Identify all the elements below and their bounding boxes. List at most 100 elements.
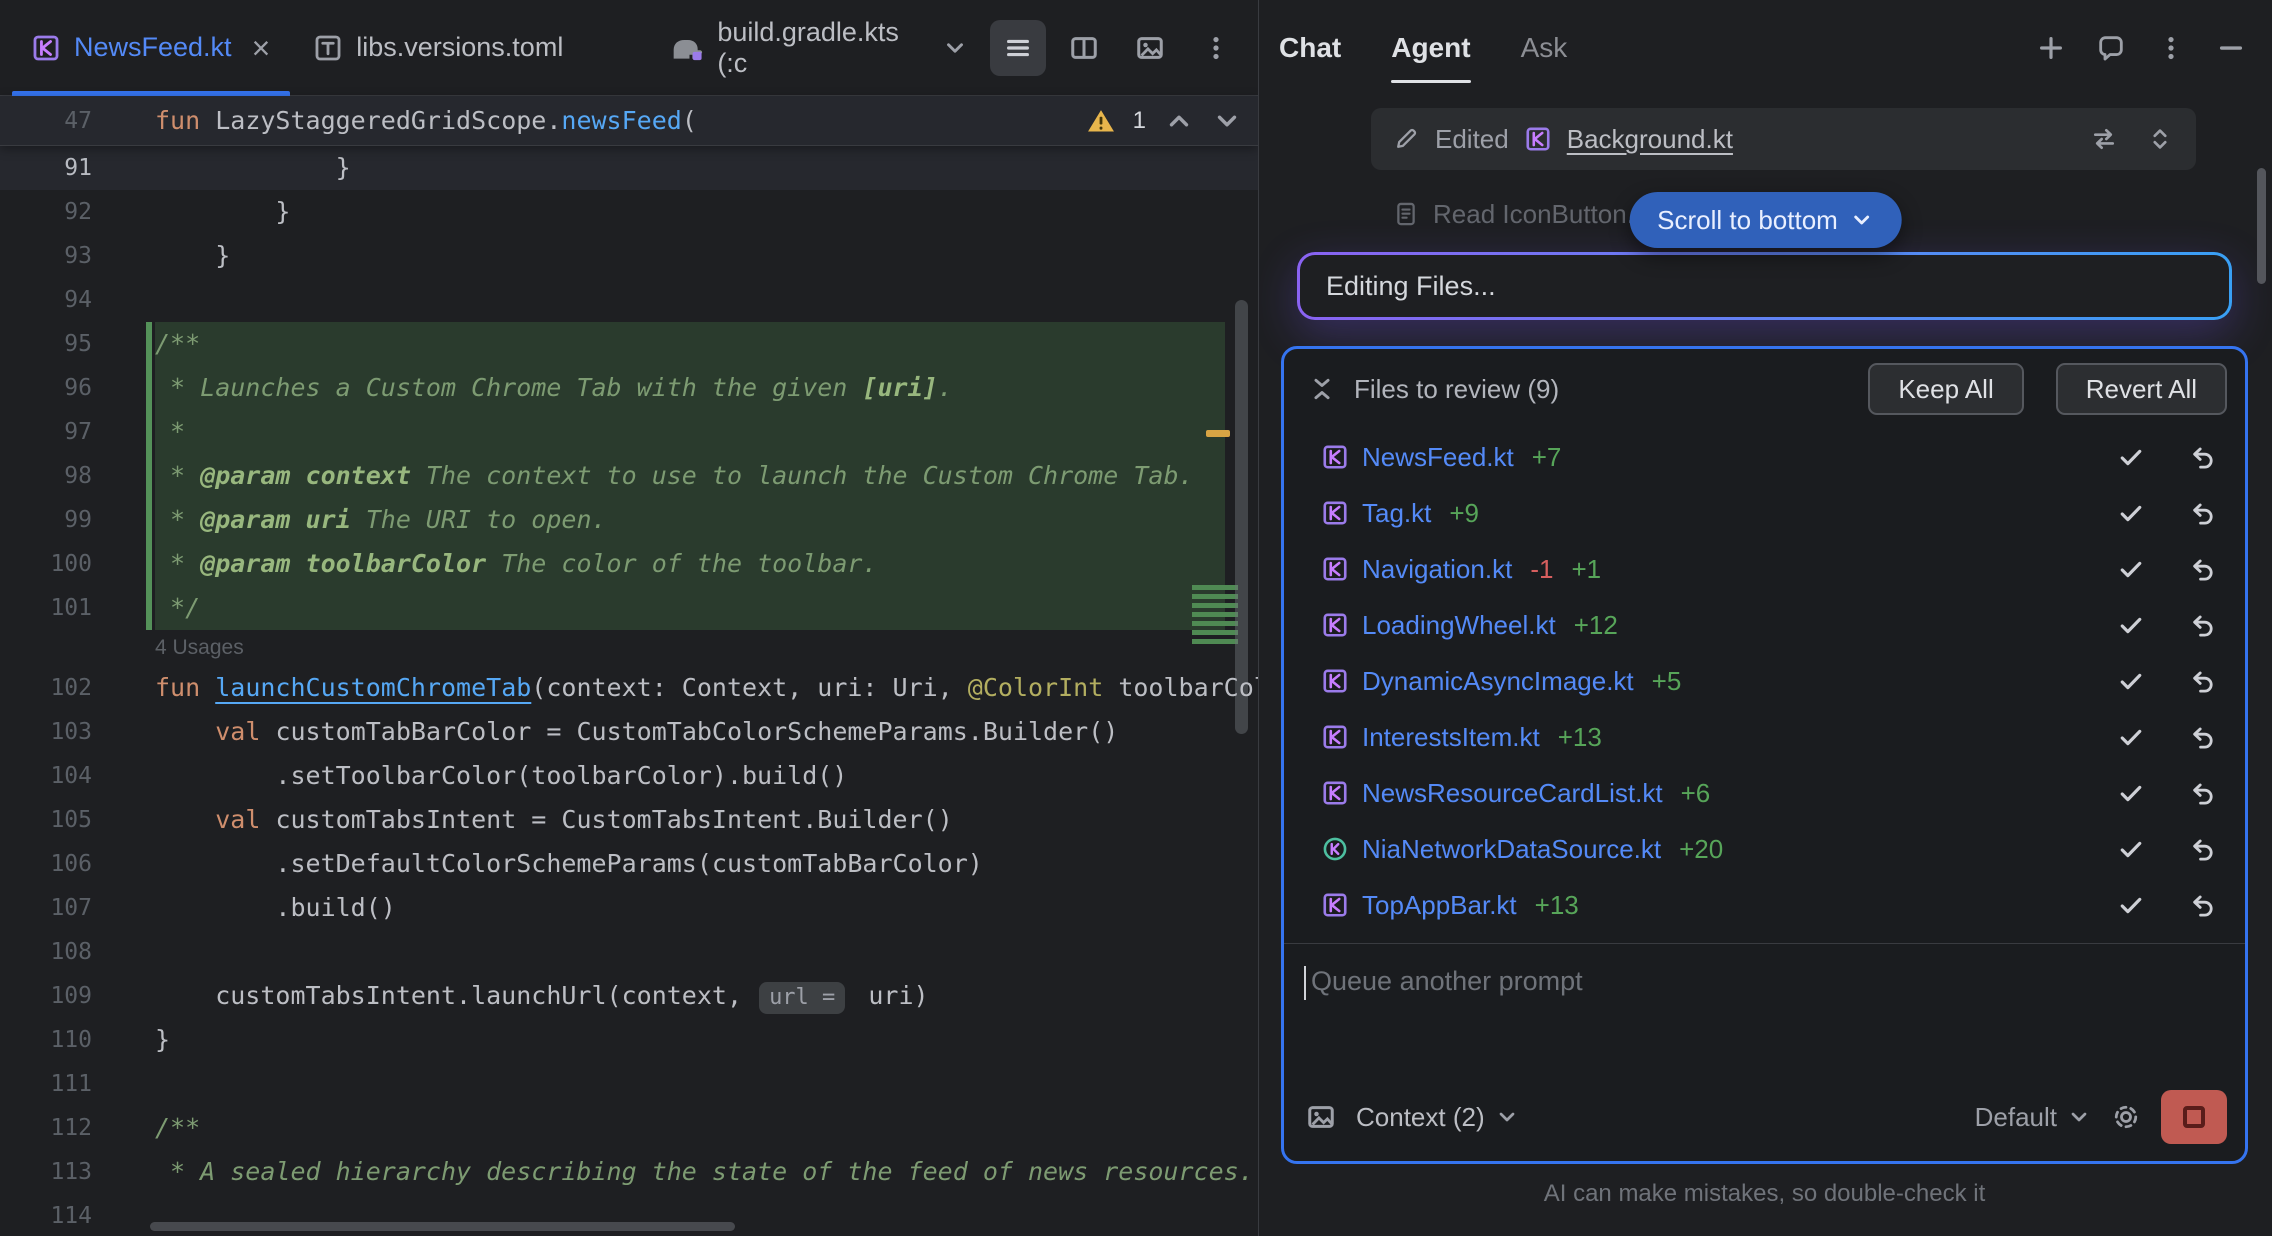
file-row[interactable]: TopAppBar.kt+13 bbox=[1284, 877, 2245, 933]
keep-all-button[interactable]: Keep All bbox=[1868, 363, 2023, 415]
attach-image-icon[interactable] bbox=[1306, 1102, 1336, 1132]
file-link[interactable]: Tag.kt bbox=[1362, 498, 1431, 529]
line-number[interactable]: 101 bbox=[0, 586, 92, 630]
accept-file-button[interactable] bbox=[2117, 611, 2145, 639]
accept-file-button[interactable] bbox=[2117, 723, 2145, 751]
code-line[interactable]: 93 } bbox=[0, 234, 1258, 278]
tab-agent[interactable]: Agent bbox=[1391, 0, 1470, 96]
chat-kebab-icon[interactable] bbox=[2156, 33, 2186, 63]
line-number[interactable]: 107 bbox=[0, 886, 92, 930]
line-number[interactable]: 104 bbox=[0, 754, 92, 798]
revert-file-button[interactable] bbox=[2189, 779, 2217, 807]
previous-problem-icon[interactable] bbox=[1164, 106, 1194, 136]
revert-file-button[interactable] bbox=[2189, 667, 2217, 695]
tab-newsfeed-kt[interactable]: NewsFeed.kt × bbox=[10, 0, 292, 95]
line-number[interactable]: 98 bbox=[0, 454, 92, 498]
file-row[interactable]: NiaNetworkDataSource.kt+20 bbox=[1284, 821, 2245, 877]
view-mode-icon[interactable] bbox=[990, 20, 1046, 76]
scroll-to-bottom-button[interactable]: Scroll to bottom bbox=[1629, 192, 1902, 248]
line-number[interactable]: 114 bbox=[0, 1194, 92, 1236]
code-line[interactable]: 95/** bbox=[0, 322, 1258, 366]
code-line[interactable]: 108 bbox=[0, 930, 1258, 974]
accept-file-button[interactable] bbox=[2117, 835, 2145, 863]
file-link[interactable]: NiaNetworkDataSource.kt bbox=[1362, 834, 1661, 865]
line-number[interactable]: 108 bbox=[0, 930, 92, 974]
expand-step-icon[interactable] bbox=[2146, 125, 2174, 153]
show-diff-icon[interactable] bbox=[2090, 125, 2118, 153]
line-number[interactable]: 112 bbox=[0, 1106, 92, 1150]
code-line[interactable]: 98 * @param context The context to use t… bbox=[0, 454, 1258, 498]
image-preview-icon[interactable] bbox=[1122, 20, 1178, 76]
file-row[interactable]: Navigation.kt-1+1 bbox=[1284, 541, 2245, 597]
file-link[interactable]: NewsFeed.kt bbox=[1362, 442, 1514, 473]
new-chat-plus-icon[interactable] bbox=[2036, 33, 2066, 63]
chat-history-icon[interactable] bbox=[2096, 33, 2126, 63]
code-line[interactable]: 107 .build() bbox=[0, 886, 1258, 930]
code-editor[interactable]: 91 }92 }93 }9495/**96 * Launches a Custo… bbox=[0, 146, 1258, 1236]
code-line[interactable]: 101 */ bbox=[0, 586, 1258, 630]
code-line[interactable]: 99 * @param uri The URI to open. bbox=[0, 498, 1258, 542]
code-line[interactable]: 113 * A sealed hierarchy describing the … bbox=[0, 1150, 1258, 1194]
code-line[interactable]: 91 } bbox=[0, 146, 1258, 190]
line-number[interactable]: 96 bbox=[0, 366, 92, 410]
close-tab-icon[interactable]: × bbox=[252, 32, 271, 64]
accept-file-button[interactable] bbox=[2117, 667, 2145, 695]
tab-ask[interactable]: Ask bbox=[1521, 0, 1568, 96]
file-link[interactable]: NewsResourceCardList.kt bbox=[1362, 778, 1663, 809]
line-number[interactable]: 106 bbox=[0, 842, 92, 886]
code-line[interactable]: 102fun launchCustomChromeTab(context: Co… bbox=[0, 666, 1258, 710]
prompt-input[interactable]: Queue another prompt bbox=[1284, 944, 2245, 1073]
sticky-line[interactable]: 47 fun LazyStaggeredGridScope.newsFeed( … bbox=[0, 96, 1258, 146]
code-line[interactable]: 100 * @param toolbarColor The color of t… bbox=[0, 542, 1258, 586]
settings-gear-icon[interactable] bbox=[2111, 1102, 2141, 1132]
accept-file-button[interactable] bbox=[2117, 779, 2145, 807]
accept-file-button[interactable] bbox=[2117, 891, 2145, 919]
code-line[interactable]: 104 .setToolbarColor(toolbarColor).build… bbox=[0, 754, 1258, 798]
accept-file-button[interactable] bbox=[2117, 443, 2145, 471]
chat-scrollbar[interactable] bbox=[2257, 168, 2266, 284]
accept-file-button[interactable] bbox=[2117, 499, 2145, 527]
line-number[interactable]: 99 bbox=[0, 498, 92, 542]
code-line[interactable]: 110} bbox=[0, 1018, 1258, 1062]
file-link[interactable]: TopAppBar.kt bbox=[1362, 890, 1517, 921]
line-number[interactable]: 92 bbox=[0, 190, 92, 234]
line-number[interactable]: 103 bbox=[0, 710, 92, 754]
line-number[interactable]: 102 bbox=[0, 666, 92, 710]
line-number[interactable]: 111 bbox=[0, 1062, 92, 1106]
edited-file-step[interactable]: Edited Background.kt bbox=[1371, 108, 2196, 170]
context-selector[interactable]: Context (2) bbox=[1356, 1102, 1519, 1133]
code-line[interactable]: 105 val customTabsIntent = CustomTabsInt… bbox=[0, 798, 1258, 842]
revert-file-button[interactable] bbox=[2189, 723, 2217, 751]
usages-hint[interactable]: 4 Usages bbox=[0, 630, 1258, 666]
file-row[interactable]: DynamicAsyncImage.kt+5 bbox=[1284, 653, 2245, 709]
file-row[interactable]: NewsFeed.kt+7 bbox=[1284, 429, 2245, 485]
file-row[interactable]: NewsResourceCardList.kt+6 bbox=[1284, 765, 2245, 821]
more-options-kebab-icon[interactable] bbox=[1188, 20, 1244, 76]
line-number[interactable]: 113 bbox=[0, 1150, 92, 1194]
tab-chat[interactable]: Chat bbox=[1279, 0, 1341, 96]
revert-file-button[interactable] bbox=[2189, 499, 2217, 527]
line-number[interactable]: 105 bbox=[0, 798, 92, 842]
code-line[interactable]: 111 bbox=[0, 1062, 1258, 1106]
code-line[interactable]: 112/** bbox=[0, 1106, 1258, 1150]
file-row[interactable]: Tag.kt+9 bbox=[1284, 485, 2245, 541]
revert-all-button[interactable]: Revert All bbox=[2056, 363, 2227, 415]
editor-vertical-scrollbar[interactable] bbox=[1235, 300, 1248, 734]
next-problem-icon[interactable] bbox=[1212, 106, 1242, 136]
code-line[interactable]: 103 val customTabBarColor = CustomTabCol… bbox=[0, 710, 1258, 754]
line-number[interactable]: 97 bbox=[0, 410, 92, 454]
collapse-icon[interactable] bbox=[1308, 375, 1336, 403]
revert-file-button[interactable] bbox=[2189, 891, 2217, 919]
model-selector[interactable]: Default bbox=[1975, 1102, 2091, 1133]
file-link[interactable]: DynamicAsyncImage.kt bbox=[1362, 666, 1634, 697]
line-number[interactable]: 100 bbox=[0, 542, 92, 586]
revert-file-button[interactable] bbox=[2189, 443, 2217, 471]
file-link[interactable]: Navigation.kt bbox=[1362, 554, 1512, 585]
file-link[interactable]: InterestsItem.kt bbox=[1362, 722, 1540, 753]
tab-libs-versions-toml[interactable]: libs.versions.toml bbox=[292, 0, 585, 95]
revert-file-button[interactable] bbox=[2189, 611, 2217, 639]
file-link[interactable]: LoadingWheel.kt bbox=[1362, 610, 1556, 641]
revert-file-button[interactable] bbox=[2189, 835, 2217, 863]
code-line[interactable]: 106 .setDefaultColorSchemeParams(customT… bbox=[0, 842, 1258, 886]
code-line[interactable]: 92 } bbox=[0, 190, 1258, 234]
